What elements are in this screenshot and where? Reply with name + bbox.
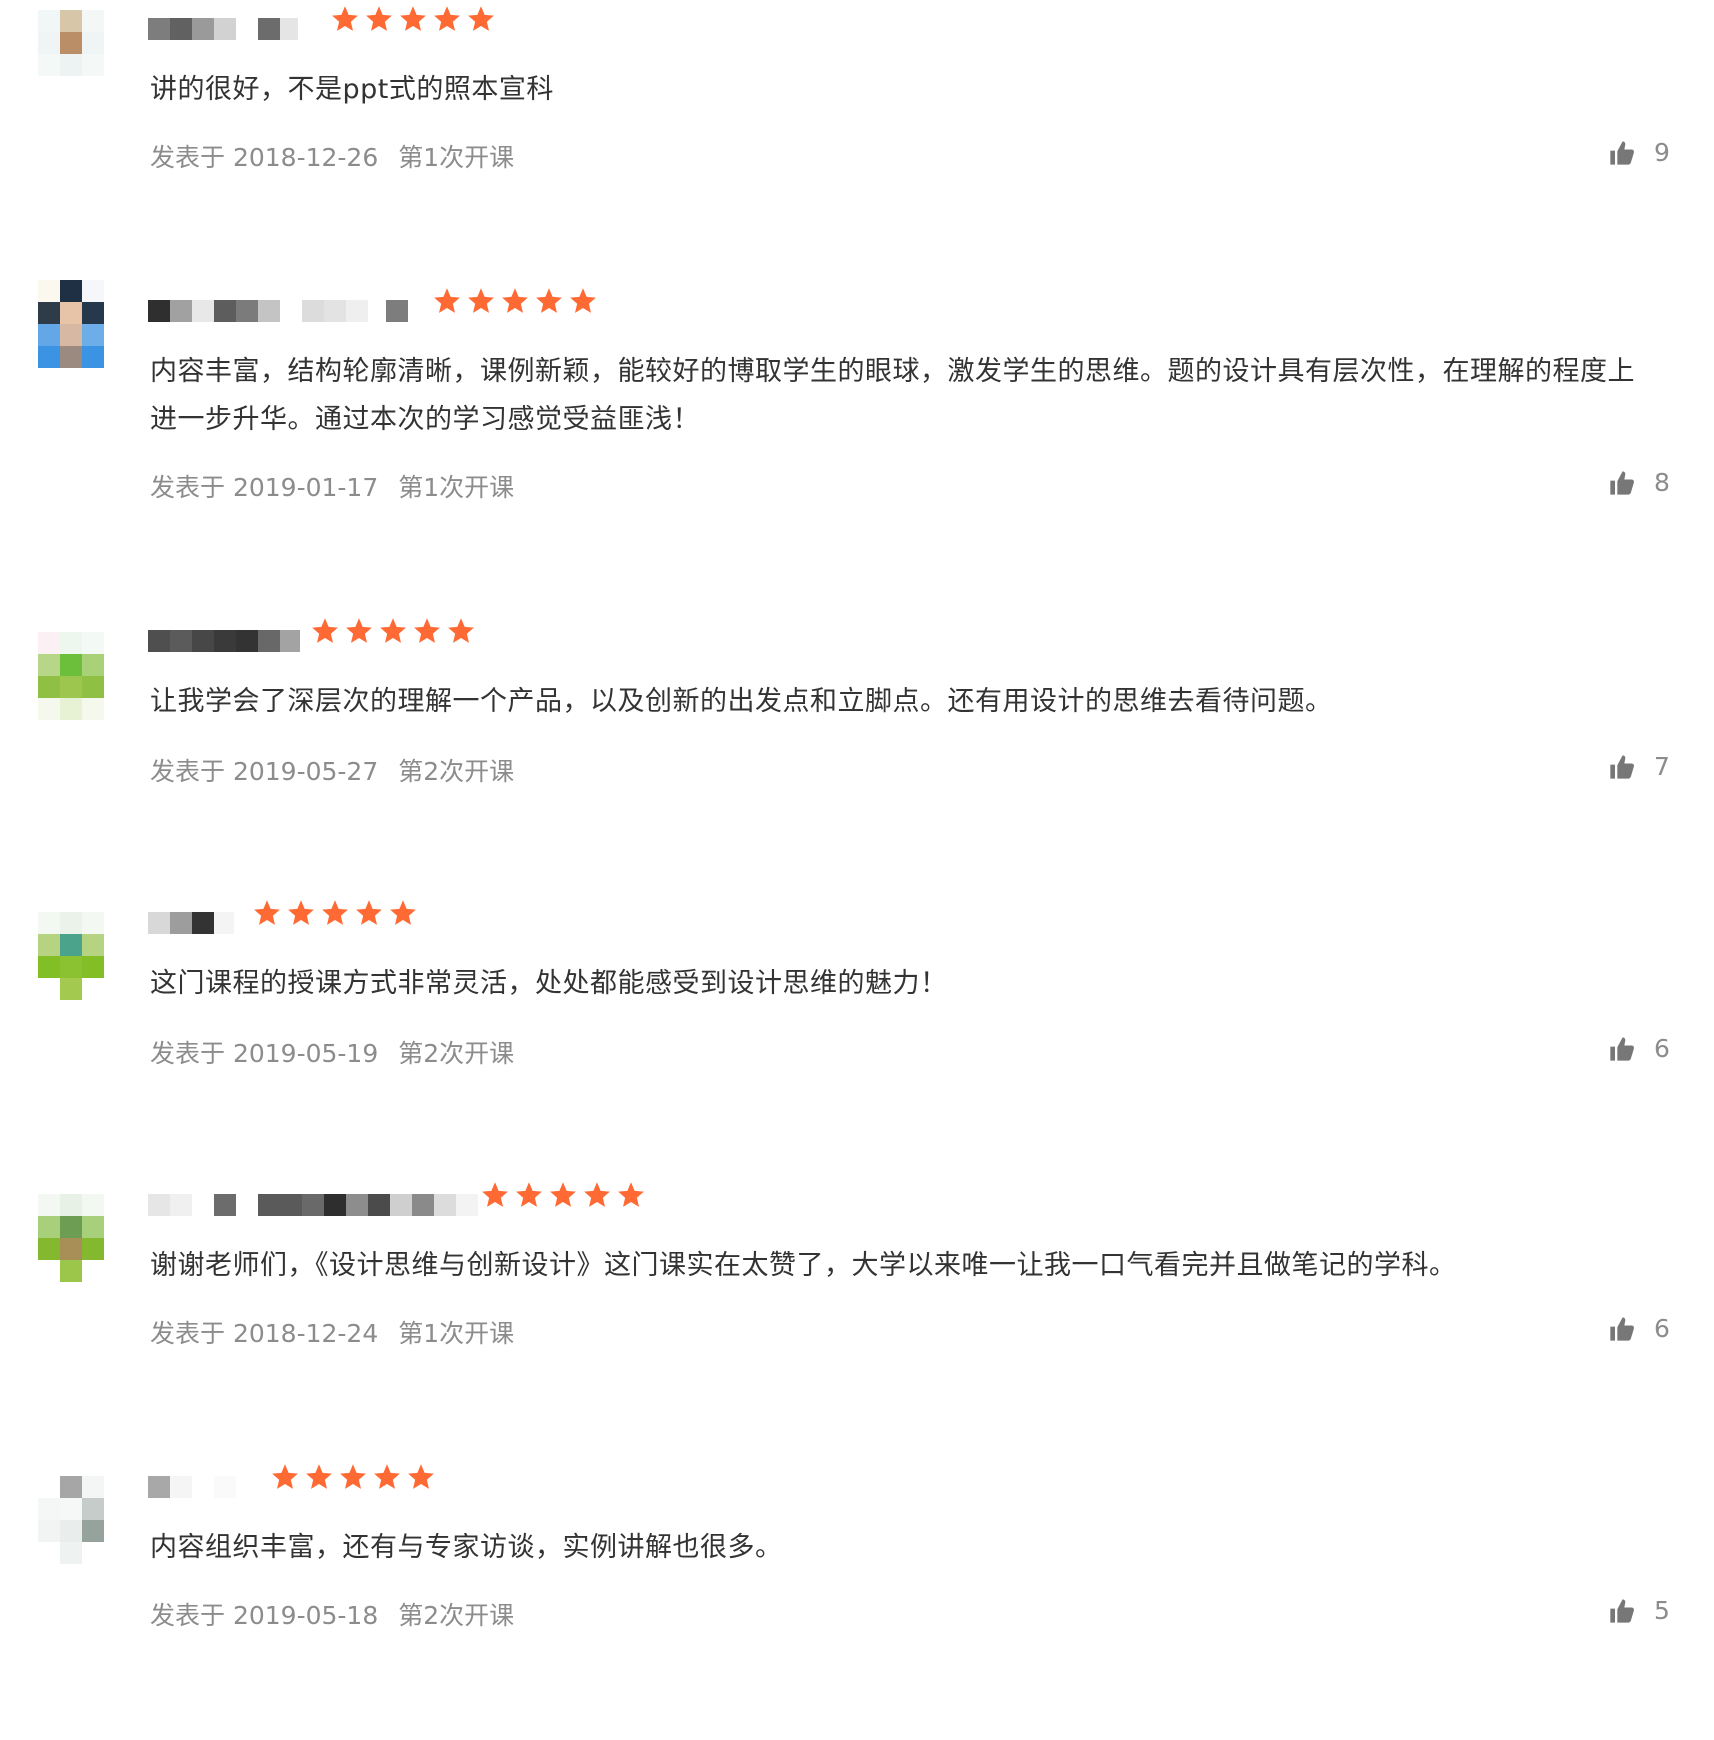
star-icon [412,616,446,648]
thumbs-up-icon [1608,469,1636,497]
star-icon [270,1462,304,1494]
star-rating [270,1462,440,1494]
review-content: 讲的很好，不是ppt式的照本宣科 [150,74,554,105]
review-meta: 发表于 2018-12-24 第1次开课 [150,1314,514,1350]
star-icon [582,1180,616,1212]
thumbs-up-icon [1608,1315,1636,1343]
like-button[interactable]: 6 [1608,1314,1670,1343]
course-term: 第1次开课 [398,1319,515,1348]
star-icon [286,898,320,930]
username-blurred[interactable] [148,1476,248,1498]
thumbs-up-icon [1608,753,1636,781]
star-icon [338,1462,372,1494]
star-rating [252,898,422,930]
thumbs-up-icon [1608,139,1636,167]
review-date: 发表于 2019-05-18 [150,1601,379,1630]
review-content: 内容组织丰富，还有与专家访谈，实例讲解也很多。 [150,1532,783,1563]
avatar[interactable] [38,612,106,720]
course-term: 第1次开课 [398,473,515,502]
avatar[interactable] [38,0,106,90]
course-term: 第2次开课 [398,1601,515,1630]
review-content: 让我学会了深层次的理解一个产品，以及创新的出发点和立脚点。还有用设计的思维去看待… [150,686,1333,717]
star-icon [446,616,480,648]
thumbs-up-icon [1608,1035,1636,1063]
star-rating [432,286,602,318]
star-icon [330,4,364,36]
star-icon [378,616,412,648]
star-icon [548,1180,582,1212]
star-icon [310,616,344,648]
review-date: 发表于 2018-12-24 [150,1319,379,1348]
like-count: 6 [1654,1034,1670,1063]
star-icon [406,1462,440,1494]
star-icon [568,286,602,318]
star-icon [500,286,534,318]
star-icon [372,1462,406,1494]
like-button[interactable]: 6 [1608,1034,1670,1063]
avatar[interactable] [38,1458,106,1564]
review-item: 谢谢老师们，《设计思维与创新设计》这门课实在太赞了，大学以来唯一让我一口气看完并… [0,1176,1714,1458]
like-count: 9 [1654,138,1670,167]
star-icon [364,4,398,36]
review-content: 内容丰富，结构轮廓清晰，课例新颖，能较好的博取学生的眼球，激发学生的思维。题的设… [150,356,1635,435]
review-content: 谢谢老师们，《设计思维与创新设计》这门课实在太赞了，大学以来唯一让我一口气看完并… [150,1250,1457,1281]
star-icon [480,1180,514,1212]
star-icon [354,898,388,930]
review-date: 发表于 2018-12-26 [150,143,379,172]
course-term: 第1次开课 [398,143,515,172]
review-item: 让我学会了深层次的理解一个产品，以及创新的出发点和立脚点。还有用设计的思维去看待… [0,612,1714,894]
review-content: 这门课程的授课方式非常灵活，处处都能感受到设计思维的魅力！ [150,968,948,999]
review-meta: 发表于 2019-01-17 第1次开课 [150,468,514,504]
course-term: 第2次开课 [398,1039,515,1068]
course-review-list: { "colors": {"star": "#ff6a34", "meta": … [0,0,1714,1630]
star-icon [514,1180,548,1212]
star-rating [310,616,480,648]
star-icon [432,4,466,36]
thumbs-up-icon [1608,1597,1636,1625]
review-meta: 发表于 2019-05-18 第2次开课 [150,1596,514,1632]
like-count: 5 [1654,1596,1670,1625]
review-item: 讲的很好，不是ppt式的照本宣科 发表于 2018-12-26 第1次开课 9 [0,0,1714,282]
star-icon [304,1462,338,1494]
star-icon [252,898,286,930]
review-item: 这门课程的授课方式非常灵活，处处都能感受到设计思维的魅力！ 发表于 2019-0… [0,894,1714,1176]
username-blurred[interactable] [148,18,298,40]
review-item: 内容组织丰富，还有与专家访谈，实例讲解也很多。 发表于 2019-05-18 第2… [0,1458,1714,1740]
like-count: 7 [1654,752,1670,781]
username-blurred[interactable] [148,300,408,322]
review-meta: 发表于 2019-05-19 第2次开课 [150,1034,514,1070]
star-icon [344,616,378,648]
star-rating [330,4,500,36]
like-button[interactable]: 9 [1608,138,1670,167]
like-button[interactable]: 7 [1608,752,1670,781]
like-button[interactable]: 8 [1608,468,1670,497]
review-date: 发表于 2019-05-27 [150,757,379,786]
avatar[interactable] [38,280,106,372]
like-button[interactable]: 5 [1608,1596,1670,1625]
like-count: 6 [1654,1314,1670,1343]
review-meta: 发表于 2019-05-27 第2次开课 [150,752,514,788]
star-icon [398,4,432,36]
star-icon [616,1180,650,1212]
star-icon [466,4,500,36]
review-date: 发表于 2019-01-17 [150,473,379,502]
username-blurred[interactable] [148,630,300,652]
review-item: 内容丰富，结构轮廓清晰，课例新颖，能较好的博取学生的眼球，激发学生的思维。题的设… [0,280,1714,564]
avatar[interactable] [38,894,106,1000]
review-meta: 发表于 2018-12-26 第1次开课 [150,138,514,174]
star-icon [466,286,500,318]
star-icon [320,898,354,930]
star-icon [534,286,568,318]
star-rating [480,1180,650,1212]
avatar[interactable] [38,1176,106,1282]
star-icon [388,898,422,930]
username-blurred[interactable] [148,912,234,934]
review-date: 发表于 2019-05-19 [150,1039,379,1068]
star-icon [432,286,466,318]
course-term: 第2次开课 [398,757,515,786]
like-count: 8 [1654,468,1670,497]
username-blurred[interactable] [148,1194,478,1216]
